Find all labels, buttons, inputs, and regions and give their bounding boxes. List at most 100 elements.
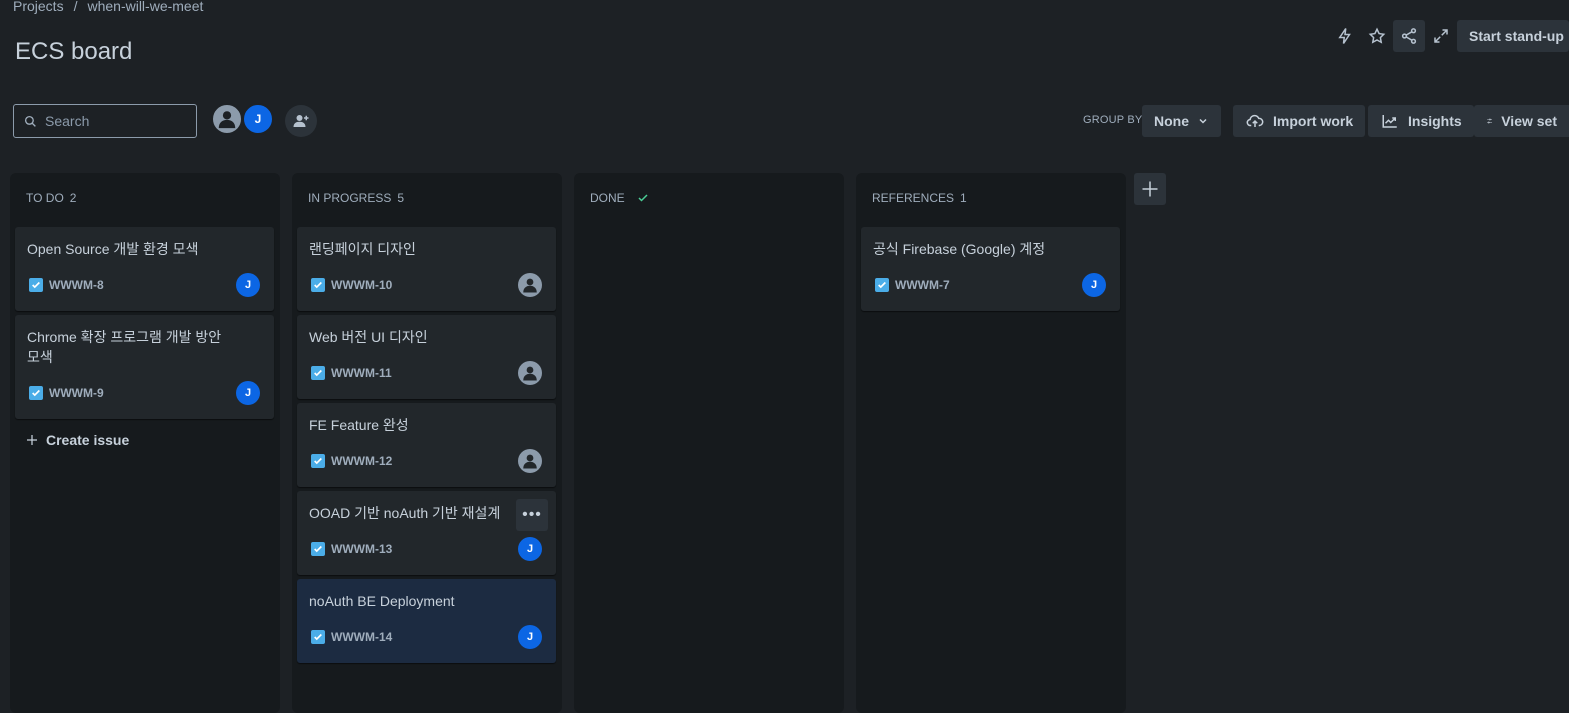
create-issue-label: Create issue (46, 432, 130, 448)
assignee-avatar[interactable]: J (518, 625, 542, 649)
add-column-button[interactable] (1134, 173, 1166, 205)
card-footer: WWWM-7 (875, 278, 950, 292)
assignee-avatar[interactable]: J (1082, 273, 1106, 297)
card-footer: WWWM-8 (29, 278, 104, 292)
column-done: DONE (574, 173, 844, 713)
column-count: 1 (960, 191, 967, 205)
issue-card[interactable]: OOAD 기반 noAuth 기반 재설계 ••• WWWM-13 J (297, 491, 556, 575)
page-title: ECS board (15, 38, 133, 65)
card-title: Web 버전 UI 디자인 (309, 329, 428, 345)
breadcrumb-separator: / (73, 0, 78, 14)
column-title: IN PROGRESS (308, 191, 392, 205)
issue-card[interactable]: Open Source 개발 환경 모색 WWWM-8 J (15, 227, 274, 311)
chart-line-icon (1382, 115, 1397, 128)
avatar-user[interactable]: J (242, 103, 274, 135)
card-footer: WWWM-12 (311, 454, 392, 468)
issue-key: WWWM-14 (331, 630, 393, 644)
plus-icon (27, 435, 37, 445)
avatar-initial: J (244, 279, 252, 291)
breadcrumb-projects[interactable]: Projects (13, 0, 64, 14)
column-header[interactable]: REFERENCES 1 (872, 191, 967, 205)
breadcrumb-project[interactable]: when-will-we-meet (87, 0, 203, 14)
task-checkbox-icon (875, 278, 889, 292)
column-count: 5 (397, 191, 405, 205)
group-by-select[interactable]: None (1142, 105, 1221, 137)
task-checkbox-icon (311, 630, 325, 644)
card-footer: WWWM-13 (311, 542, 392, 556)
avatar-initial: J (526, 543, 534, 555)
issue-key: WWWM-11 (331, 366, 392, 380)
more-actions-button[interactable]: ••• (516, 499, 548, 531)
chevron-down-icon (1199, 118, 1207, 124)
more-icon: ••• (522, 506, 542, 523)
card-footer: WWWM-11 (311, 366, 392, 380)
add-people-button[interactable] (285, 105, 317, 137)
task-checkbox-icon (311, 366, 325, 380)
automation-icon[interactable] (1329, 20, 1361, 52)
column-header[interactable]: DONE (590, 191, 649, 205)
assignee-avatar[interactable]: J (518, 537, 542, 561)
search-input[interactable] (43, 112, 187, 130)
assignee-avatar[interactable]: J (236, 273, 260, 297)
column-header[interactable]: IN PROGRESS 5 (308, 191, 404, 205)
issue-card[interactable]: noAuth BE Deployment WWWM-14 J (297, 579, 556, 663)
card-title: OOAD 기반 noAuth 기반 재설계 (309, 505, 501, 521)
card-title: 공식 Firebase (Google) 계정 (873, 241, 1046, 257)
issue-card[interactable]: 랜딩페이지 디자인 WWWM-10 (297, 227, 556, 311)
column-in-progress: IN PROGRESS 5 랜딩페이지 디자인 WWWM-10 Web 버전 U… (292, 173, 562, 713)
task-checkbox-icon (311, 278, 325, 292)
card-title: 랜딩페이지 디자인 (309, 241, 416, 257)
task-checkbox-icon (29, 386, 43, 400)
avatar-initial: J (254, 112, 262, 126)
card-title: noAuth BE Deployment (309, 593, 455, 609)
issue-key: WWWM-13 (331, 542, 393, 556)
start-standup-button[interactable]: Start stand-up (1457, 20, 1569, 52)
import-work-button[interactable]: Import work (1233, 105, 1366, 137)
unassigned-avatar[interactable] (518, 361, 542, 385)
settings-sliders-icon (1487, 118, 1493, 124)
person-icon (523, 454, 537, 469)
column-header[interactable]: TO DO 2 (26, 191, 76, 205)
card-title: Chrome 확장 프로그램 개발 방안 모색 (27, 329, 222, 365)
task-checkbox-icon (29, 278, 43, 292)
card-title: Open Source 개발 환경 모색 (27, 241, 199, 257)
person-icon (218, 111, 236, 129)
card-title: FE Feature 완성 (309, 417, 409, 433)
check-icon (638, 194, 648, 202)
issue-card[interactable]: 공식 Firebase (Google) 계정 WWWM-7 J (861, 227, 1120, 311)
issue-card[interactable]: Chrome 확장 프로그램 개발 방안 모색 WWWM-9 J (15, 315, 274, 419)
search-field[interactable] (13, 104, 197, 138)
issue-key: WWWM-8 (49, 278, 104, 292)
column-title: REFERENCES (872, 191, 955, 205)
unassigned-avatar[interactable] (518, 449, 542, 473)
view-settings-button[interactable]: View set (1474, 105, 1569, 137)
task-checkbox-icon (311, 542, 325, 556)
avatar-initial: J (244, 387, 252, 399)
breadcrumb: Projects / when-will-we-meet (13, 0, 203, 14)
cloud-upload-icon (1246, 114, 1264, 127)
view-settings-label: View set (1501, 113, 1557, 129)
share-icon[interactable] (1393, 20, 1425, 52)
insights-button[interactable]: Insights (1368, 105, 1474, 137)
group-by-label: GROUP BY (1083, 114, 1143, 126)
issue-card[interactable]: FE Feature 완성 WWWM-12 (297, 403, 556, 487)
plus-icon (1142, 181, 1158, 197)
column-title: DONE (590, 191, 625, 205)
unassigned-avatar[interactable] (518, 273, 542, 297)
avatar-initial: J (526, 631, 534, 643)
person-icon (523, 366, 537, 381)
card-footer: WWWM-9 (29, 386, 104, 400)
assignee-avatar[interactable]: J (236, 381, 260, 405)
create-issue-button[interactable]: Create issue (26, 432, 129, 448)
card-footer: WWWM-10 (311, 278, 392, 292)
issue-card[interactable]: Web 버전 UI 디자인 WWWM-11 (297, 315, 556, 399)
expand-icon[interactable] (1425, 20, 1457, 52)
issue-key: WWWM-7 (895, 278, 950, 292)
column-count: 2 (69, 191, 77, 205)
issue-key: WWWM-9 (49, 386, 104, 400)
import-work-label: Import work (1273, 113, 1354, 129)
column-references: REFERENCES 1 공식 Firebase (Google) 계정 WWW… (856, 173, 1126, 713)
star-icon[interactable] (1361, 20, 1393, 52)
group-by-value: None (1154, 113, 1189, 129)
avatar-unassigned[interactable] (211, 103, 243, 135)
